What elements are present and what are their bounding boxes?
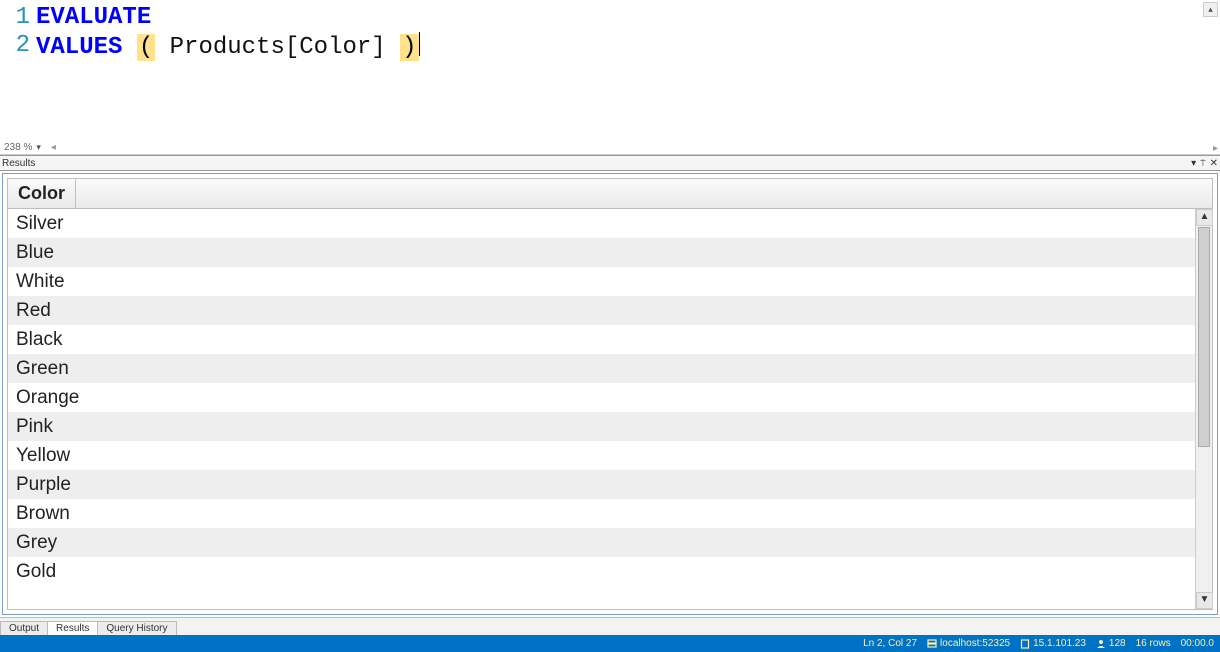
results-pane-header: Results ▾ ⍡ ✕ <box>0 155 1220 171</box>
tab-output[interactable]: Output <box>0 621 48 635</box>
identifier-token: Products[Color] <box>170 34 386 61</box>
paren-token: ( <box>137 34 155 61</box>
zoom-dropdown-icon[interactable]: ▾ <box>36 142 41 153</box>
results-pane-title: Results <box>2 158 1191 169</box>
editor-hscroll-left-button[interactable]: ◂ <box>51 142 56 153</box>
code-line[interactable]: VALUES ( Products[Color] ) <box>36 32 1220 62</box>
grid-body[interactable]: SilverBlueWhiteRedBlackGreenOrangePinkYe… <box>8 209 1195 609</box>
space-token <box>386 34 400 61</box>
table-row[interactable]: Black <box>8 325 1195 354</box>
bottom-tab-strip: OutputResultsQuery History <box>0 617 1220 635</box>
column-header[interactable]: Color <box>8 179 76 208</box>
editor-pane: 12 EVALUATEVALUES ( Products[Color] ) ▴ … <box>0 0 1220 155</box>
paren-token: ) <box>400 34 418 61</box>
text-caret <box>419 32 420 56</box>
table-row[interactable]: Grey <box>8 528 1195 557</box>
line-number: 1 <box>0 4 30 32</box>
status-server: localhost:52325 <box>927 638 1010 649</box>
status-elapsed: 00:00.0 <box>1181 638 1214 649</box>
code-line[interactable]: EVALUATE <box>36 4 1220 32</box>
zoom-level[interactable]: 238 % <box>4 142 32 153</box>
table-row[interactable]: Pink <box>8 412 1195 441</box>
table-row[interactable]: Green <box>8 354 1195 383</box>
table-row[interactable]: Red <box>8 296 1195 325</box>
version-icon <box>1020 639 1030 649</box>
table-row[interactable]: Yellow <box>8 441 1195 470</box>
editor-hscroll-right-button[interactable]: ▸ <box>1213 143 1218 154</box>
table-row[interactable]: Orange <box>8 383 1195 412</box>
editor-scroll-up-button[interactable]: ▴ <box>1203 2 1218 17</box>
keyword-token: VALUES <box>36 34 122 61</box>
space-token <box>155 34 169 61</box>
status-row-count: 16 rows <box>1136 638 1171 649</box>
pane-pin-icon[interactable]: ⍡ <box>1200 158 1205 169</box>
table-row[interactable]: Blue <box>8 238 1195 267</box>
status-bar: Ln 2, Col 27 localhost:52325 15.1.101.23… <box>0 635 1220 652</box>
status-version: 15.1.101.23 <box>1020 638 1086 649</box>
table-row[interactable]: White <box>8 267 1195 296</box>
results-grid-container: Color SilverBlueWhiteRedBlackGreenOrange… <box>2 173 1218 615</box>
table-row[interactable]: Purple <box>8 470 1195 499</box>
grid-scroll-thumb[interactable] <box>1198 227 1210 447</box>
grid-scroll-down-button[interactable]: ▼ <box>1196 592 1213 609</box>
keyword-token: EVALUATE <box>36 4 151 31</box>
user-icon <box>1096 639 1106 649</box>
tab-results[interactable]: Results <box>47 621 98 635</box>
code-editor[interactable]: 12 EVALUATEVALUES ( Products[Color] ) <box>0 0 1220 154</box>
line-number: 2 <box>0 32 30 60</box>
table-row[interactable]: Gold <box>8 557 1195 586</box>
server-icon <box>927 639 937 649</box>
table-row[interactable]: Brown <box>8 499 1195 528</box>
table-row[interactable]: Silver <box>8 209 1195 238</box>
pane-dropdown-icon[interactable]: ▾ <box>1191 158 1196 169</box>
grid-header-row: Color <box>8 179 1212 209</box>
space-token <box>122 34 136 61</box>
status-spid: 128 <box>1096 638 1126 649</box>
tab-query-history[interactable]: Query History <box>97 621 176 635</box>
grid-vertical-scrollbar[interactable]: ▲ ▼ <box>1195 209 1212 609</box>
pane-close-icon[interactable]: ✕ <box>1210 158 1218 169</box>
status-cursor-position: Ln 2, Col 27 <box>863 638 917 649</box>
grid-scroll-up-button[interactable]: ▲ <box>1196 209 1213 226</box>
